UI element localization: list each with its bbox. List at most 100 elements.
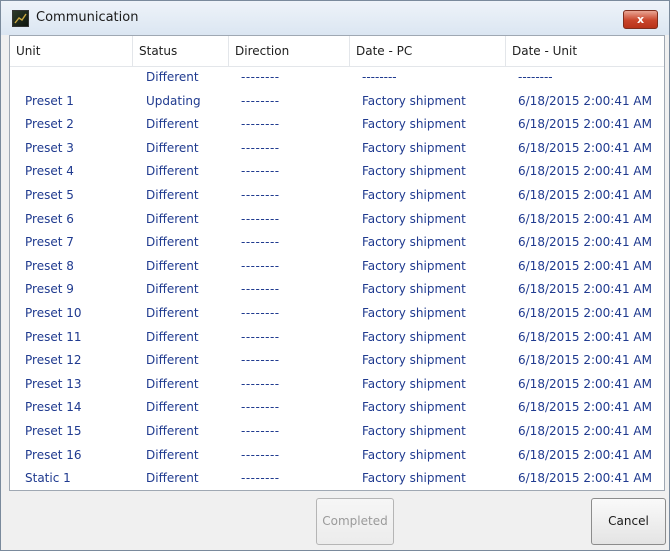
- row-date-unit: 6/18/2015 2:00:41 AM: [518, 140, 652, 155]
- communication-list[interactable]: Unit Status Direction Date - PC Date - U…: [9, 35, 665, 491]
- row-date-unit: 6/18/2015 2:00:41 AM: [518, 447, 652, 462]
- row-status: Different: [146, 211, 199, 226]
- row-date-unit: 6/18/2015 2:00:41 AM: [518, 376, 652, 391]
- row-status: Different: [146, 424, 199, 438]
- table-row[interactable]: Preset 4 Different -------- Factory shipmen…: [10, 160, 664, 184]
- row-date-pc: Factory shipment: [362, 471, 466, 486]
- table-row[interactable]: Different -------- -------- --------: [10, 66, 664, 90]
- row-unit: Preset 13: [25, 376, 82, 391]
- title-bar[interactable]: Communication x: [1, 1, 669, 35]
- table-row[interactable]: Preset 13 Different -------- Factory shipme…: [10, 373, 664, 397]
- table-row[interactable]: Preset 9 Different -------- Factory shipmen…: [10, 278, 664, 302]
- row-direction: --------: [241, 235, 280, 250]
- row-date-pc: Factory shipment: [362, 353, 466, 368]
- column-header-unit[interactable]: Unit: [10, 36, 133, 66]
- row-status: Different: [146, 164, 199, 179]
- row-status: Different: [146, 306, 199, 320]
- table-row[interactable]: Preset 2 Different -------- Factory shipmen…: [10, 113, 664, 137]
- row-status: Different: [146, 117, 199, 132]
- column-header-direction[interactable]: Direction: [229, 36, 350, 66]
- row-status: Different: [146, 70, 199, 84]
- row-direction: --------: [241, 188, 280, 202]
- row-date-unit: 6/18/2015 2:00:41 AM: [518, 188, 652, 202]
- table-row[interactable]: Preset 6 Different -------- Factory shipmen…: [10, 208, 664, 232]
- row-direction: --------: [241, 306, 280, 320]
- column-header-status[interactable]: Status: [133, 36, 229, 66]
- row-date-pc: Factory shipment: [362, 424, 466, 438]
- row-date-unit: 6/18/2015 2:00:41 AM: [518, 93, 652, 108]
- table-row[interactable]: Preset 12 Different -------- Factory shipme…: [10, 349, 664, 373]
- row-unit: Preset 16: [25, 447, 82, 462]
- row-status: Different: [146, 471, 199, 486]
- row-direction: --------: [241, 424, 280, 438]
- row-date-pc: Factory shipment: [362, 306, 466, 320]
- row-date-unit: 6/18/2015 2:00:41 AM: [518, 353, 652, 368]
- table-row[interactable]: Preset 3 Different -------- Factory shipmen…: [10, 137, 664, 161]
- table-row[interactable]: Preset 8 Different -------- Factory shipmen…: [10, 255, 664, 279]
- table-row[interactable]: Preset 5 Different -------- Factory shipmen…: [10, 184, 664, 208]
- row-direction: --------: [241, 117, 280, 132]
- row-direction: --------: [241, 93, 280, 108]
- communication-dialog: Communication x Unit Status Direction Da…: [0, 0, 670, 551]
- row-date-unit: 6/18/2015 2:00:41 AM: [518, 282, 652, 297]
- row-direction: --------: [241, 211, 280, 226]
- table-row[interactable]: Static 1 Different -------- Factory shipmen…: [10, 467, 664, 490]
- row-direction: --------: [241, 70, 280, 84]
- row-direction: --------: [241, 376, 280, 391]
- table-row[interactable]: Preset 11 Different -------- Factory shipme…: [10, 326, 664, 350]
- table-row[interactable]: Preset 10 Different -------- Factory shipme…: [10, 302, 664, 326]
- row-date-pc: Factory shipment: [362, 282, 466, 297]
- row-direction: --------: [241, 353, 280, 368]
- window-title: Communication: [36, 10, 139, 25]
- row-date-pc: Factory shipment: [362, 235, 466, 250]
- table-row[interactable]: Preset 15 Different -------- Factory shipme…: [10, 420, 664, 444]
- table-row[interactable]: Preset 7 Different -------- Factory shipmen…: [10, 231, 664, 255]
- row-date-unit: 6/18/2015 2:00:41 AM: [518, 471, 652, 486]
- row-unit: Preset 14: [25, 400, 82, 415]
- row-status: Different: [146, 258, 199, 273]
- app-icon: [12, 10, 29, 27]
- row-direction: --------: [241, 140, 280, 155]
- table-row[interactable]: Preset 16 Different -------- Factory shipme…: [10, 444, 664, 468]
- completed-button[interactable]: Completed: [316, 498, 394, 545]
- row-unit: Static 1: [25, 471, 71, 486]
- column-header-date-pc[interactable]: Date - PC: [350, 36, 506, 66]
- list-header: Unit Status Direction Date - PC Date - U…: [10, 36, 664, 67]
- row-direction: --------: [241, 164, 280, 179]
- row-date-pc: Factory shipment: [362, 117, 466, 132]
- row-direction: --------: [241, 282, 280, 297]
- row-direction: --------: [241, 329, 280, 344]
- close-icon: x: [636, 13, 645, 26]
- row-date-unit: 6/18/2015 2:00:41 AM: [518, 235, 652, 250]
- row-status: Different: [146, 140, 199, 155]
- column-header-date-unit[interactable]: Date - Unit: [506, 36, 664, 66]
- row-date-unit: 6/18/2015 2:00:41 AM: [518, 424, 652, 438]
- row-unit: Preset 11: [25, 329, 82, 344]
- table-row[interactable]: Preset 1 Updating -------- Factory shipment…: [10, 90, 664, 114]
- row-status: Different: [146, 376, 199, 391]
- row-unit: Preset 4: [25, 164, 74, 179]
- row-date-pc: Factory shipment: [362, 93, 466, 108]
- row-unit: Preset 12: [25, 353, 82, 368]
- row-unit: Preset 8: [25, 258, 74, 273]
- row-date-unit: 6/18/2015 2:00:41 AM: [518, 400, 652, 415]
- row-unit: Preset 2: [25, 117, 74, 132]
- row-date-unit: 6/18/2015 2:00:41 AM: [518, 211, 652, 226]
- table-row[interactable]: Preset 14 Different -------- Factory shipme…: [10, 396, 664, 420]
- row-date-unit: 6/18/2015 2:00:41 AM: [518, 258, 652, 273]
- close-button[interactable]: x: [623, 10, 658, 29]
- row-direction: --------: [241, 258, 280, 273]
- row-date-unit: 6/18/2015 2:00:41 AM: [518, 117, 652, 132]
- row-date-pc: Factory shipment: [362, 376, 466, 391]
- row-status: Different: [146, 188, 199, 202]
- row-status: Updating: [146, 93, 201, 108]
- row-date-pc: Factory shipment: [362, 400, 466, 415]
- row-status: Different: [146, 400, 199, 415]
- row-status: Different: [146, 447, 199, 462]
- row-date-pc: Factory shipment: [362, 447, 466, 462]
- row-status: Different: [146, 353, 199, 368]
- row-date-pc: Factory shipment: [362, 329, 466, 344]
- row-direction: --------: [241, 400, 280, 415]
- row-unit: Preset 5: [25, 188, 74, 202]
- cancel-button[interactable]: Cancel: [591, 498, 666, 545]
